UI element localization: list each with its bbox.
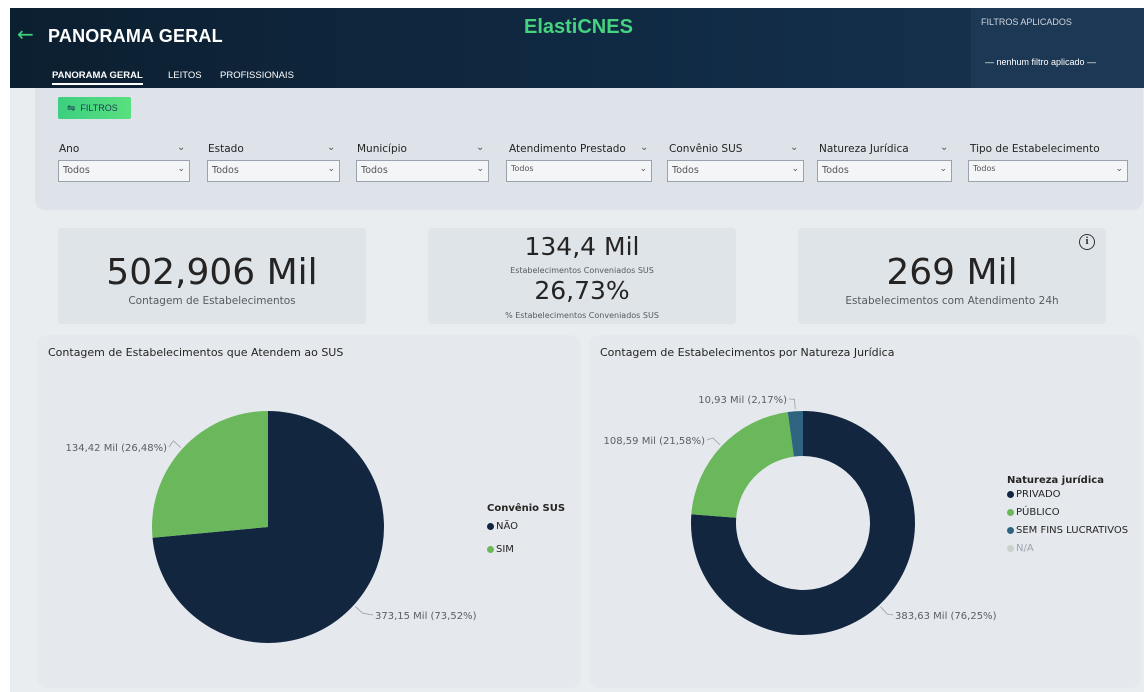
chevron-down-icon: ⌄ — [1115, 164, 1123, 174]
brand-prefix: Elasti — [524, 16, 578, 38]
legend-label-privado: PRIVADO — [1016, 489, 1061, 500]
legend-swatch — [487, 546, 494, 553]
data-label: 134,42 Mil (26,48%) — [66, 443, 168, 454]
filter-label-tipo: Tipo de Estabelecimento — [970, 143, 1100, 155]
legend-swatch — [1007, 545, 1014, 552]
filter-select-natureza[interactable]: Todos ⌄ — [817, 160, 952, 182]
tab-leitos[interactable]: LEITOS — [168, 70, 202, 81]
legend-label-na: N/A — [1016, 543, 1034, 554]
info-icon[interactable]: i — [1079, 234, 1095, 250]
filter-value-ano: Todos — [63, 165, 90, 176]
legend-label-sim: SIM — [496, 544, 514, 555]
chevron-down-icon: ⌄ — [327, 164, 335, 174]
leader-line — [880, 606, 894, 616]
filter-label-atendimento: Atendimento Prestado — [509, 143, 626, 155]
data-label: 373,15 Mil (73,52%) — [375, 611, 477, 622]
kpi-24h-value: 269 Mil — [886, 252, 1018, 293]
chevron-down-icon: ⌄ — [177, 164, 185, 174]
kpi-total-label: Contagem de Estabelecimentos — [128, 295, 296, 307]
applied-filters-title: FILTROS APLICADOS — [981, 17, 1072, 27]
kpi-sus-percent-label: % Estabelecimentos Conveniados SUS — [505, 311, 659, 320]
chevron-down-icon: ⌄ — [639, 164, 647, 174]
legend-item-sim[interactable]: SIM — [487, 544, 565, 555]
filter-value-municipio: Todos — [361, 165, 388, 176]
tab-profissionais[interactable]: PROFISSIONAIS — [220, 70, 294, 81]
filter-label-ano: Ano — [59, 143, 80, 155]
data-label: 10,93 Mil (2,17%) — [698, 395, 787, 406]
filter-value-tipo: Todos — [973, 164, 996, 173]
filter-value-convenio: Todos — [672, 165, 699, 176]
data-label: 108,59 Mil (21,58%) — [604, 436, 706, 447]
chevron-down-icon: ⌄ — [791, 164, 799, 174]
filter-label-estado: Estado — [208, 143, 244, 155]
filter-select-estado[interactable]: Todos ⌄ — [207, 160, 340, 182]
chevron-down-icon[interactable]: ⌄ — [790, 142, 798, 153]
filter-value-natureza: Todos — [822, 165, 849, 176]
legend-swatch — [1007, 509, 1014, 516]
legend-sus: Convênio SUS NÃO SIM — [487, 503, 565, 555]
kpi-sus-value: 134,4 Mil — [524, 232, 640, 261]
tab-panorama-geral[interactable]: PANORAMA GERAL — [52, 70, 143, 85]
filters-button-label: FILTROS — [80, 103, 118, 113]
applied-filters-panel: FILTROS APLICADOS — nenhum filtro aplica… — [971, 8, 1144, 88]
data-label: 383,63 Mil (76,25%) — [895, 611, 997, 622]
legend-title-natureza: Natureza jurídica — [1007, 475, 1104, 486]
filter-select-ano[interactable]: Todos ⌄ — [58, 160, 190, 182]
sliders-icon: ⇋ — [67, 102, 76, 114]
chevron-down-icon[interactable]: ⌄ — [476, 142, 484, 153]
filter-card: ⇋ FILTROS Ano ⌄ Todos ⌄ Estado ⌄ Todos ⌄ M… — [35, 88, 1143, 210]
filter-label-convenio: Convênio SUS — [669, 143, 743, 155]
legend-item-privado[interactable]: PRIVADO — [1007, 489, 1128, 500]
applied-filters-value: — nenhum filtro aplicado — — [985, 57, 1097, 67]
chart-panel-natureza: Contagem de Estabelecimentos por Naturez… — [589, 335, 1141, 688]
leader-line — [168, 440, 182, 448]
kpi-card-24h: 269 Mil Estabelecimentos com Atendimento… — [798, 228, 1106, 324]
chevron-down-icon[interactable]: ⌄ — [177, 142, 185, 153]
legend-label-sem-fins: SEM FINS LUCRATIVOS — [1016, 525, 1129, 536]
filter-select-tipo[interactable]: Todos ⌄ — [968, 160, 1128, 182]
legend-swatch — [1007, 491, 1014, 498]
leader-line — [788, 398, 796, 410]
filter-select-atendimento[interactable]: Todos ⌄ — [506, 160, 652, 182]
report-canvas: ← PANORAMA GERAL ElastiCNES PANORAMA GER… — [10, 8, 1144, 692]
leader-line — [354, 606, 374, 616]
slice-sim[interactable] — [152, 411, 268, 538]
filter-select-convenio[interactable]: Todos ⌄ — [667, 160, 804, 182]
leader-line — [706, 437, 721, 446]
legend-item-nao[interactable]: NÃO — [487, 521, 565, 532]
legend-label-publico: PÚBLICO — [1016, 507, 1060, 518]
legend-item-na[interactable]: N/A — [1007, 543, 1128, 554]
legend-natureza: Natureza jurídica PRIVADO PÚBLICO SEM FI… — [1007, 475, 1128, 554]
chart-panel-sus: Contagem de Estabelecimentos que Atendem… — [37, 335, 581, 688]
chevron-down-icon: ⌄ — [939, 164, 947, 174]
chevron-down-icon: ⌄ — [476, 164, 484, 174]
legend-item-publico[interactable]: PÚBLICO — [1007, 507, 1128, 518]
filter-value-atendimento: Todos — [511, 164, 534, 173]
filter-label-municipio: Município — [357, 143, 407, 155]
kpi-sus-percent: 26,73% — [534, 276, 630, 305]
filter-select-municipio[interactable]: Todos ⌄ — [356, 160, 489, 182]
header-bar: ← PANORAMA GERAL ElastiCNES PANORAMA GER… — [10, 8, 1144, 88]
brand-logo: ElastiCNES — [524, 16, 633, 39]
chevron-down-icon[interactable]: ⌄ — [327, 142, 335, 153]
filter-value-estado: Todos — [212, 165, 239, 176]
page-title: PANORAMA GERAL — [48, 26, 223, 46]
arrow-left-icon[interactable]: ← — [17, 24, 34, 44]
kpi-sus-label: Estabelecimentos Conveniados SUS — [510, 266, 654, 275]
chevron-down-icon[interactable]: ⌄ — [940, 142, 948, 153]
chevron-down-icon[interactable]: ⌄ — [640, 142, 648, 153]
filter-label-natureza: Natureza Jurídica — [819, 143, 909, 155]
legend-swatch — [487, 523, 494, 530]
legend-swatch — [1007, 527, 1014, 534]
filters-button[interactable]: ⇋ FILTROS — [58, 97, 131, 119]
kpi-card-sus: 134,4 Mil Estabelecimentos Conveniados S… — [428, 228, 736, 324]
slice-p-blico[interactable] — [691, 412, 794, 518]
kpi-24h-label: Estabelecimentos com Atendimento 24h — [845, 295, 1059, 307]
brand-suffix: CNES — [577, 16, 633, 38]
legend-title-sus: Convênio SUS — [487, 503, 566, 514]
kpi-total-value: 502,906 Mil — [106, 252, 318, 293]
legend-item-sem-fins[interactable]: SEM FINS LUCRATIVOS — [1007, 525, 1128, 536]
legend-label-nao: NÃO — [496, 521, 519, 532]
kpi-card-total: 502,906 Mil Contagem de Estabelecimentos — [58, 228, 366, 324]
